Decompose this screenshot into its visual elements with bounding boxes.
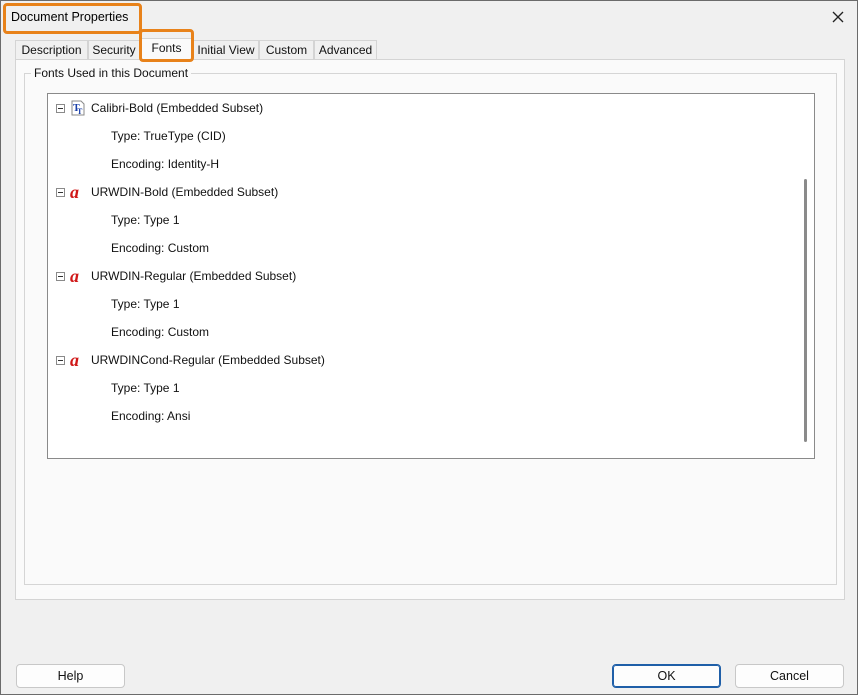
- font-name: URWDINCond-Regular (Embedded Subset): [91, 353, 325, 367]
- close-icon: [832, 11, 844, 23]
- font-node[interactable]: a URWDIN-Regular (Embedded Subset): [56, 268, 296, 284]
- tab-security[interactable]: Security: [88, 40, 140, 60]
- font-encoding: Encoding: Custom: [111, 241, 210, 255]
- title-bar: Document Properties: [1, 1, 857, 34]
- tab-advanced[interactable]: Advanced: [314, 40, 377, 60]
- type1-font-icon: a: [70, 268, 86, 284]
- type1-font-icon: a: [70, 184, 86, 200]
- document-properties-dialog: Document Properties Description Security…: [0, 0, 858, 695]
- help-button[interactable]: Help: [16, 664, 125, 688]
- font-name: Calibri-Bold (Embedded Subset): [91, 101, 264, 115]
- collapse-toggle[interactable]: [56, 187, 65, 197]
- cancel-button[interactable]: Cancel: [735, 664, 844, 688]
- fonts-group: Fonts Used in this Document T T Calibri-…: [24, 66, 837, 585]
- fonts-group-label: Fonts Used in this Document: [31, 66, 192, 80]
- collapse-toggle[interactable]: [56, 271, 65, 281]
- truetype-font-icon: T T: [70, 100, 86, 116]
- tab-description[interactable]: Description: [15, 40, 88, 60]
- ok-button[interactable]: OK: [612, 664, 721, 688]
- font-node[interactable]: a URWDIN-Bold (Embedded Subset): [56, 184, 278, 200]
- font-type: Type: Type 1: [111, 297, 180, 311]
- svg-text:T: T: [77, 107, 83, 116]
- collapse-toggle[interactable]: [56, 355, 65, 365]
- font-name: URWDIN-Bold (Embedded Subset): [91, 185, 279, 199]
- collapse-toggle[interactable]: [56, 103, 65, 113]
- close-button[interactable]: [825, 5, 851, 29]
- font-node[interactable]: a URWDINCond-Regular (Embedded Subset): [56, 352, 325, 368]
- scrollbar-thumb[interactable]: [804, 179, 807, 442]
- font-encoding: Encoding: Custom: [111, 325, 210, 339]
- tab-fonts[interactable]: Fonts: [140, 38, 193, 61]
- font-node[interactable]: T T Calibri-Bold (Embedded Subset): [56, 100, 263, 116]
- fonts-tab-panel: Fonts Used in this Document T T Calibri-…: [15, 59, 845, 600]
- font-type: Type: Type 1: [111, 381, 180, 395]
- type1-font-icon: a: [70, 352, 86, 368]
- font-name: URWDIN-Regular (Embedded Subset): [91, 269, 297, 283]
- font-encoding: Encoding: Ansi: [111, 409, 191, 423]
- svg-text:a: a: [70, 352, 79, 368]
- vertical-scrollbar[interactable]: [798, 94, 814, 458]
- font-type: Type: Type 1: [111, 213, 180, 227]
- tab-custom[interactable]: Custom: [259, 40, 314, 60]
- tab-initial-view[interactable]: Initial View: [193, 40, 259, 60]
- font-type: Type: TrueType (CID): [111, 129, 226, 143]
- fonts-tree[interactable]: T T Calibri-Bold (Embedded Subset) Type:…: [47, 93, 815, 459]
- svg-text:a: a: [70, 184, 79, 200]
- font-encoding: Encoding: Identity-H: [111, 157, 220, 171]
- svg-text:a: a: [70, 268, 79, 284]
- title-highlight-box: [3, 3, 142, 34]
